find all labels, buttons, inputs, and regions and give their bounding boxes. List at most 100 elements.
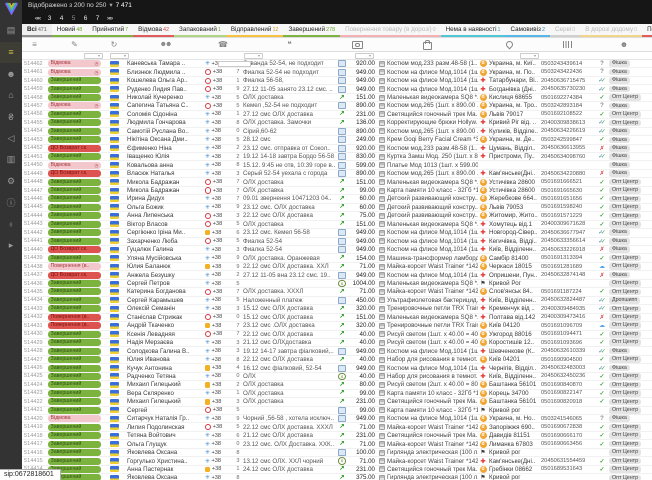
pager-page[interactable]: 6 [82,15,89,22]
order-row[interactable]: 514447ЗавершенийМикола Бадражан+387ОЛХ д… [22,187,652,195]
order-row[interactable]: 514460ЗавершенийКошелева Ольга Ар..+381Ф… [22,77,652,85]
company-icon[interactable]: ⌂ [0,85,22,107]
order-row[interactable]: 514419ЗавершенийЛилия Подолинская+38522.… [22,423,652,431]
status-tab-5[interactable]: Відправлений12 [226,24,284,37]
orders-icon[interactable]: ≡ [0,42,22,64]
payment-icon[interactable] [337,41,377,49]
announcements-icon[interactable]: ◁ [0,128,22,150]
pager-last-icon[interactable]: »» [106,15,113,22]
pager-page[interactable]: 7 [94,15,101,22]
order-row[interactable]: 514446ЗавершенийИрина Дидух✳+38709.01 зв… [22,195,652,203]
order-row[interactable]: 514425ЗавершенийРадченко Тетяна✳+380ОЛХ$… [22,373,652,381]
order-row[interactable]: 514426ЗавершенийКучук Антонина+38416.12 … [22,364,652,372]
order-row[interactable]: 514421ЗавершенийСергей+38599.00Карта пам… [22,407,652,415]
order-row[interactable]: 514431Повернення (в..Андрій Ткаченко+387… [22,322,652,330]
order-row[interactable]: 514429ЗавершенийНадія Мерзаєва✳+38321.12… [22,339,652,347]
clients-icon[interactable]: ☻ [0,63,22,85]
order-row[interactable]: 514461Відмова◷Близнюк Людмила ..+387Фиал… [22,68,652,76]
order-row[interactable]: 514442ЗавершенийСергіюнко Іріна Ми..+386… [22,229,652,237]
phone-icon[interactable]: ☎ [204,40,242,49]
order-row[interactable]: 514415ЗавершенийГоргулько Христина..✳+38… [22,457,652,465]
filter-flag-dropdown[interactable]: ▾ [110,53,129,60]
order-row[interactable]: 514433ЗавершенийОлексій Семанін✳+38315.1… [22,305,652,313]
status-tab-12[interactable]: Повернений [642,24,652,37]
order-row[interactable]: 514457Відмова◷Сапегина Татьяна С..+385Ке… [22,102,652,110]
order-row[interactable]: 514451ЗавершенийІващенко Юлія✳+38219.12 … [22,153,652,161]
status-edit-icon[interactable]: ✎ [47,40,102,49]
order-row[interactable]: 514453ЗавершенийНікітіна Оксана Дми..✳+3… [22,136,652,144]
manager-icon[interactable]: ☻ [596,40,652,49]
filter-phone-dropdown[interactable]: ▾ [244,53,263,60]
order-row[interactable]: 514450Відмова◷Ковальова анна✳+38815.12. … [22,161,652,169]
order-row[interactable]: 514440ДО Возврат ск.Гуцалюк Галина✳+383Ф… [22,246,652,254]
order-row[interactable]: 514455ЗавершенийЛюдмила Гончарова✳+388ОЛ… [22,119,652,127]
order-row[interactable]: 514456ЗавершенийСоломія Сідоніна✳+38127.… [22,111,652,119]
status-tab-9[interactable]: Самовивіз2 [505,24,549,37]
pager-page[interactable]: 4 [58,15,65,22]
clients-icon[interactable]: ☻☻ [126,41,204,48]
filter-status-dropdown[interactable]: ▾ [84,53,103,60]
order-row[interactable]: 514422ЗавершенийМихаил Гилецький+383ОЛХ … [22,398,652,406]
settings-icon[interactable]: ⚙ [0,171,22,193]
order-row[interactable]: 514435ЗавершенийКатерина Богданова+387ОЛ… [22,288,652,296]
status-tab-0[interactable]: Всі471 [22,24,52,37]
status-tab-8[interactable]: Нема в наявності1 [441,24,506,37]
order-row[interactable]: 514427ЗавершенийЮлия Иванова✳+38822.12 с… [22,356,652,364]
pager-first-icon[interactable]: «« [34,15,41,22]
video-icon[interactable]: ▸ [0,235,22,257]
pager-page[interactable]: 5 [70,15,77,22]
order-row[interactable]: 514423ЗавершенийВера Скляренко✳+381ОЛХ д… [22,390,652,398]
order-row[interactable]: 514416ЗавершенийЯковлева Оксана✳+388100.… [22,449,652,457]
status-tab-11[interactable]: В дорозі додому0 [580,24,642,37]
status-tab-3[interactable]: Відмова42 [133,24,174,37]
order-row[interactable]: 514444ЗавершенийАнна Липенська+38322.12 … [22,212,652,220]
products-icon[interactable] [377,39,478,50]
finance-icon[interactable]: ₴ [0,106,22,128]
order-row[interactable]: 514424ЗавершенийМихаил Гилецький+382ОЛХ … [22,381,652,389]
order-row[interactable]: 514438Повернення (в..Юлия Баланюк+38922.… [22,263,652,271]
refresh-icon[interactable]: ↻ [102,40,126,49]
order-row[interactable]: 514462Відмова◷Каневська Тамара ..✳+381Ла… [22,60,652,68]
phone-edit-box[interactable] [218,61,251,68]
filter-price-dropdown[interactable]: ▾ [355,53,374,60]
order-row[interactable]: 514413ЗавершенийЯковлева Оксана✳+388↗375… [22,474,652,480]
order-row[interactable]: 514414ЗавершенийАнна Пастернак+38124.12 … [22,466,652,474]
status-tab-2[interactable]: Прийнятий7 [87,24,133,37]
order-row[interactable]: 514434ЗавершенийСергей Карамышев✳+385Нал… [22,297,652,305]
order-row[interactable]: 514420ВідмоваСитарчук Наталія Гр..✳+389Ч… [22,415,652,423]
order-row[interactable]: 514445ЗавершенийОльга Божик✳+38923.12 см… [22,204,652,212]
ttn-barcode-icon[interactable] [540,41,596,48]
order-row[interactable]: 514436ЗавершенийСергей Петров✳+385$1004.… [22,280,652,288]
order-row[interactable]: 514441ЗавершенийЗахарченко Люба+385Фиалк… [22,238,652,246]
order-row[interactable]: 514452ДО Возврат ск.Єфименко Ніна✳+38223… [22,145,652,153]
order-row[interactable]: 514432Повернення (в..Станіслав Стрижак+3… [22,314,652,322]
dashboard-icon[interactable]: ▤ [0,20,22,42]
page-size-dropdown[interactable]: ▾ [109,0,112,12]
order-row[interactable]: 514417ЗавершенийОльга Глущук✳+38023.12 с… [22,440,652,448]
address-icon[interactable] [478,41,540,48]
status-tab-10[interactable]: Серві0 [550,24,580,37]
order-row[interactable]: 514418ЗавершенийТетяна Войтович✳+38621.1… [22,432,652,440]
info-icon[interactable]: ⓘ [0,192,22,214]
order-row[interactable]: 514459ЗавершенийРуденко Лидия Пав..+3892… [22,85,652,93]
status-tab-6[interactable]: Завершений278 [283,24,340,37]
stats-icon[interactable]: ▥ [0,149,22,171]
status-tab-7[interactable]: Повернення товару (в дорозі)0 [340,24,441,37]
order-row[interactable]: 514448ЗавершенийМикола Бадражан+387ОЛХ д… [22,178,652,186]
world-icon[interactable]: ♁ [0,214,22,236]
comments-icon[interactable]: ❝ [242,40,337,49]
rows-list-icon[interactable]: ≡ [22,40,47,49]
status-tab-1[interactable]: Новий48 [52,24,87,37]
order-row[interactable]: 514430ЗавершенийКсенія Левадняя+38722.12… [22,331,652,339]
order-row[interactable]: 514428ЗавершенийСолодкова Галина В..✳+38… [22,347,652,355]
order-row[interactable]: 514439ЗавершенийУляна Мусійовська✳+389ОЛ… [22,254,652,262]
order-row[interactable]: 514443ЗавершенийВіктор Власов+385ОЛХ дос… [22,221,652,229]
order-row[interactable]: 514458ЗавершенийНиколай Кучеренко✳+385ОЛ… [22,94,652,102]
order-row[interactable]: 514449ДО Возврат ск.Власюк Наталья✳+383С… [22,170,652,178]
ttn-number: 0501690840870 [540,381,596,388]
pager-page[interactable]: 3 [46,15,53,22]
order-row[interactable]: 514454ЗавершенийСамотій Руслана Во..✳+38… [22,128,652,136]
filter-address-dropdown[interactable]: ▾ [520,53,539,60]
status-tab-4[interactable]: Запакований1 [174,24,226,37]
order-row[interactable]: 514437ДО Возврат ск.Анжела Безушку✳+3822… [22,271,652,279]
